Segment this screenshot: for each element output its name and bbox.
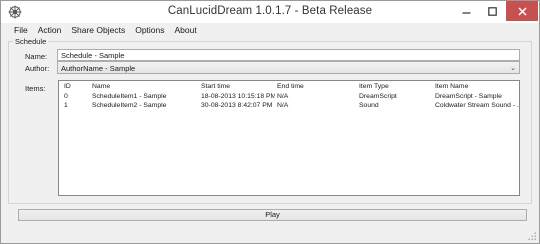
column-header-item-type[interactable]: Item Type (359, 83, 433, 90)
name-input[interactable] (57, 49, 520, 61)
close-icon (517, 6, 527, 16)
cell-start-time: 30-08-2013 8:42:07 PM (201, 102, 273, 109)
resize-grip-icon[interactable] (528, 232, 537, 241)
list-header: ID Name Start time End time Item Type It… (59, 83, 519, 93)
menu-options[interactable]: Options (135, 25, 164, 35)
title-bar[interactable]: CanLucidDream 1.0.1.7 - Beta Release (1, 1, 539, 23)
menu-about[interactable]: About (175, 25, 197, 35)
cell-name: ScheduleItem1 - Sample (92, 93, 167, 100)
cell-item-type: Sound (359, 102, 379, 109)
column-header-name[interactable]: Name (92, 83, 198, 90)
play-button[interactable]: Play (18, 209, 527, 221)
list-row[interactable]: 1 ScheduleItem2 - Sample 30-08-2013 8:42… (59, 102, 519, 112)
column-header-id[interactable]: ID (64, 83, 88, 90)
menu-share-objects[interactable]: Share Objects (71, 25, 125, 35)
cell-item-name: Coldwater Stream Sound - ... (435, 102, 519, 109)
cell-start-time: 18-08-2013 10:15:18 PM (201, 93, 275, 100)
maximize-icon (487, 6, 497, 16)
maximize-button[interactable] (479, 1, 505, 21)
cell-id: 0 (64, 93, 68, 100)
chevron-down-icon: ⌄ (510, 65, 516, 72)
column-header-start-time[interactable]: Start time (201, 83, 275, 90)
cell-end-time: N/A (277, 102, 289, 109)
schedule-group-label: Schedule (13, 37, 49, 46)
cell-end-time: N/A (277, 93, 289, 100)
author-dropdown[interactable]: AuthorName - Sample ⌄ (57, 61, 520, 74)
cell-id: 1 (64, 102, 68, 109)
menu-file[interactable]: File (14, 25, 28, 35)
author-selected-value: AuthorName - Sample (61, 64, 136, 73)
column-header-end-time[interactable]: End time (277, 83, 357, 90)
column-header-item-name[interactable]: Item Name (435, 83, 519, 90)
cell-item-type: DreamScript (359, 93, 397, 100)
author-label: Author: (25, 64, 50, 73)
menu-action[interactable]: Action (38, 25, 62, 35)
menu-bar: File Action Share Objects Options About (1, 23, 539, 37)
close-button[interactable] (506, 1, 538, 21)
items-list-view[interactable]: ID Name Start time End time Item Type It… (58, 80, 520, 196)
cell-item-name: DreamScript - Sample (435, 93, 502, 100)
items-label: Items: (25, 84, 46, 93)
minimize-icon (462, 11, 470, 14)
minimize-button[interactable] (453, 1, 479, 21)
app-window: CanLucidDream 1.0.1.7 - Beta Release Fil… (0, 0, 540, 244)
name-label: Name: (25, 52, 48, 61)
cell-name: ScheduleItem2 - Sample (92, 102, 167, 109)
